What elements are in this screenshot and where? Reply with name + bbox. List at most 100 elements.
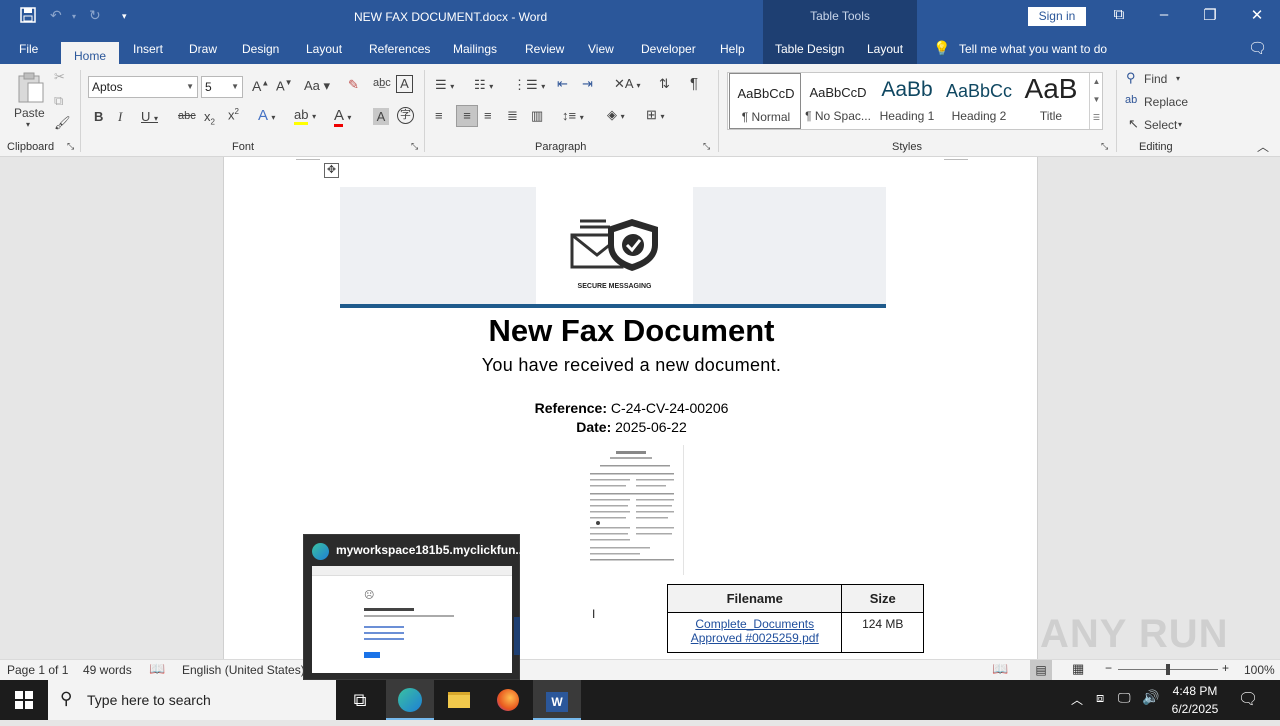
font-size-combo[interactable]: 5 ▼	[201, 76, 243, 98]
tab-table-design[interactable]: Table Design	[775, 42, 844, 56]
align-left-icon[interactable]: ≡	[435, 108, 443, 123]
styles-scroll[interactable]: ▲ ▼ ☰	[1089, 73, 1103, 129]
bold-button[interactable]: B	[94, 109, 103, 124]
change-case-button[interactable]: Aa ▾	[304, 78, 330, 94]
borders-icon[interactable]: ⊞ ▾	[646, 107, 665, 123]
preview-thumbnail[interactable]: ☹	[312, 566, 512, 673]
scroll-up-icon[interactable]: ▲	[1090, 73, 1103, 91]
copy-icon[interactable]: ⧉	[54, 93, 63, 109]
paste-button[interactable]: Paste	[14, 106, 45, 120]
highlight-icon[interactable]: ab ▾	[294, 107, 316, 125]
tab-table-layout[interactable]: Layout	[867, 42, 903, 56]
cut-icon[interactable]: ✂	[54, 69, 65, 85]
multilevel-list-icon[interactable]: ⋮☰ ▾	[513, 77, 545, 93]
replace-button[interactable]: Replace	[1144, 95, 1188, 109]
character-shading-icon[interactable]: A	[373, 108, 389, 125]
comments-icon[interactable]: 🗨	[1248, 39, 1267, 57]
taskbar-preview-popup[interactable]: myworkspace181b5.myclickfun... ☹	[303, 534, 525, 680]
zoom-in-button[interactable]: +	[1222, 661, 1229, 675]
strikethrough-button[interactable]: abc	[178, 110, 196, 122]
zoom-out-button[interactable]: −	[1105, 661, 1112, 675]
paste-dropdown-icon[interactable]: ▾	[26, 120, 30, 129]
word-taskbar-icon[interactable]: W	[533, 680, 581, 720]
clock-date[interactable]: 6/2/2025	[1166, 702, 1224, 716]
find-button[interactable]: Find	[1144, 72, 1167, 86]
increase-indent-icon[interactable]: ⇥	[582, 76, 593, 92]
volume-icon[interactable]: 🔊	[1142, 689, 1159, 706]
file-explorer-icon[interactable]	[435, 680, 483, 720]
table-move-handle-icon[interactable]: ✥	[324, 163, 339, 178]
numbering-icon[interactable]: ☷ ▾	[474, 77, 493, 93]
bullets-icon[interactable]: ☰ ▾	[435, 77, 454, 93]
paste-icon[interactable]	[16, 71, 46, 105]
show-hidden-icons[interactable]: ︿	[1071, 691, 1083, 708]
zoom-slider-thumb[interactable]	[1166, 664, 1170, 675]
style-normal[interactable]: AaBbCcD ¶ Normal	[729, 73, 801, 129]
firefox-icon[interactable]	[484, 680, 532, 720]
tab-references[interactable]: References	[369, 42, 430, 56]
collapse-ribbon-icon[interactable]: ︿	[1257, 138, 1269, 155]
display-icon[interactable]: 🖵	[1118, 690, 1131, 706]
select-button[interactable]: Select	[1144, 118, 1177, 132]
edge-taskbar-icon[interactable]	[386, 680, 434, 720]
subscript-button[interactable]: x2	[204, 109, 215, 127]
character-border-icon[interactable]: A	[396, 75, 413, 93]
word-count[interactable]: 49 words	[83, 663, 132, 677]
ribbon-display-options-icon[interactable]: ⧉	[1104, 6, 1134, 23]
tab-draw[interactable]: Draw	[189, 42, 217, 56]
style-no-spacing[interactable]: AaBbCcD ¶ No Spac...	[802, 73, 874, 129]
clipboard-launcher-icon[interactable]: ⤡	[67, 141, 74, 152]
proofing-icon[interactable]: 📖	[149, 661, 165, 677]
task-view-icon[interactable]: ⧉	[336, 680, 384, 720]
start-button[interactable]	[0, 680, 48, 720]
language-indicator[interactable]: English (United States)	[182, 663, 305, 677]
print-layout-icon[interactable]: ▤	[1030, 660, 1052, 680]
text-effects-icon[interactable]: A ▾	[258, 107, 275, 124]
enclose-characters-icon[interactable]: 字	[397, 107, 414, 124]
sign-in-button[interactable]: Sign in	[1028, 7, 1086, 26]
style-heading-2[interactable]: AaBbCc Heading 2	[943, 73, 1015, 129]
clock-time[interactable]: 4:48 PM	[1166, 684, 1224, 698]
replace-icon[interactable]: ab	[1125, 94, 1137, 106]
tab-help[interactable]: Help	[720, 42, 745, 56]
style-heading-1[interactable]: AaBb Heading 1	[871, 73, 943, 129]
superscript-button[interactable]: x2	[228, 107, 239, 122]
align-center-icon[interactable]: ≡	[456, 105, 478, 127]
line-spacing-icon[interactable]: ↕≡ ▾	[562, 108, 584, 123]
page-count[interactable]: Page 1 of 1	[7, 663, 68, 677]
save-icon[interactable]	[20, 7, 36, 26]
maximize-button[interactable]: ❐	[1195, 6, 1225, 24]
align-right-icon[interactable]: ≡	[484, 108, 492, 123]
tell-me-search[interactable]: Tell me what you want to do	[959, 42, 1107, 56]
select-icon[interactable]: ↖	[1128, 116, 1139, 132]
tab-review[interactable]: Review	[525, 42, 564, 56]
underline-button[interactable]: U ▾	[141, 109, 158, 124]
decrease-indent-icon[interactable]: ⇤	[557, 76, 568, 92]
phonetic-guide-icon[interactable]: ab̲c	[373, 77, 391, 89]
tab-view[interactable]: View	[588, 42, 614, 56]
minimize-button[interactable]: –	[1149, 6, 1179, 23]
show-formatting-marks-icon[interactable]: ¶	[690, 75, 698, 92]
format-painter-icon[interactable]: 🖌	[54, 115, 71, 131]
tab-mailings[interactable]: Mailings	[453, 42, 497, 56]
taskbar-search[interactable]: ⚲ Type here to search	[48, 680, 336, 720]
redo-icon[interactable]: ↻	[89, 7, 101, 24]
shrink-font-icon[interactable]: A▼	[276, 78, 293, 93]
distributed-icon[interactable]: ▥	[531, 108, 543, 124]
style-title[interactable]: AaB Title	[1015, 73, 1087, 129]
justify-icon[interactable]: ≣	[507, 108, 518, 124]
italic-button[interactable]: I	[118, 109, 122, 125]
grow-font-icon[interactable]: A▲	[252, 78, 269, 94]
paragraph-launcher-icon[interactable]: ⤡	[703, 141, 710, 152]
font-launcher-icon[interactable]: ⤡	[411, 141, 418, 152]
font-name-combo[interactable]: Aptos ▼	[88, 76, 198, 98]
undo-icon[interactable]: ↶	[50, 7, 62, 24]
close-button[interactable]: ✕	[1242, 6, 1272, 24]
tab-developer[interactable]: Developer	[641, 42, 696, 56]
network-icon[interactable]: ⧈	[1096, 690, 1104, 706]
zoom-level[interactable]: 100%	[1244, 663, 1275, 677]
undo-dropdown-icon[interactable]: ▾	[72, 12, 76, 21]
find-icon[interactable]: ⚲	[1126, 70, 1136, 86]
tab-design[interactable]: Design	[242, 42, 279, 56]
select-dropdown-icon[interactable]: ▾	[1178, 120, 1182, 129]
